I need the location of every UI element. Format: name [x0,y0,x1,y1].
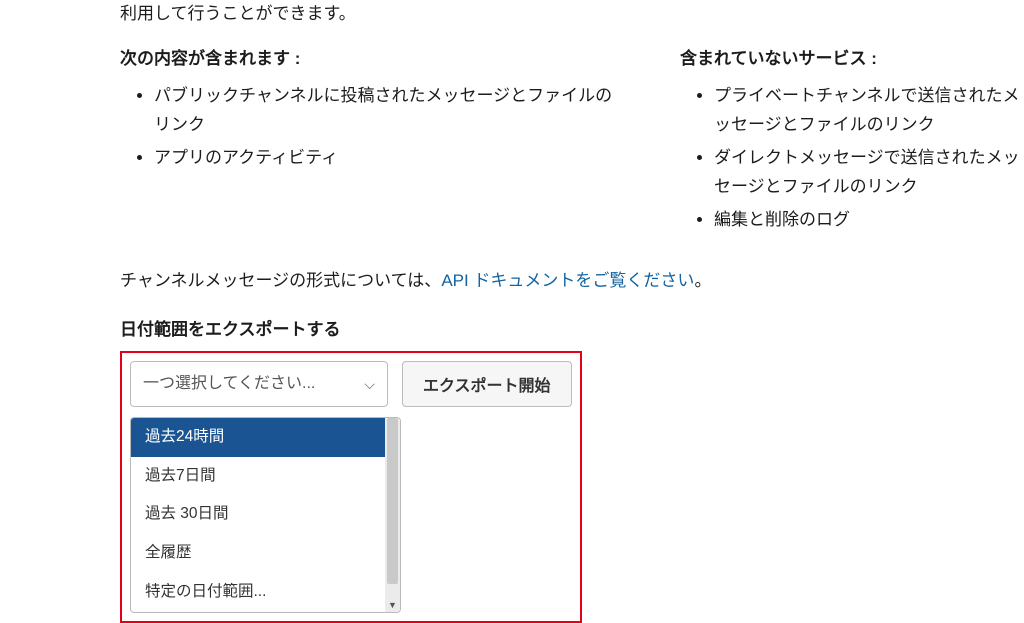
chevron-down-icon: ⌵ [364,373,375,395]
dropdown-item-all[interactable]: 全履歴 [131,534,385,573]
intro-text: 利用して行うことができます。 [120,0,1024,27]
included-title: 次の内容が含まれます : [120,45,620,72]
info-columns: 次の内容が含まれます : パブリックチャンネルに投稿されたメッセージとファイルの… [120,45,1024,239]
start-export-button[interactable]: エクスポート開始 [402,361,572,407]
dropdown-item-7d[interactable]: 過去7日間 [131,457,385,496]
scroll-down-arrow-icon[interactable]: ▼ [388,599,397,612]
api-text-post: 。 [694,271,711,290]
list-item: ダイレクトメッセージで送信されたメッセージとファイルのリンク [714,144,1024,202]
api-info-line: チャンネルメッセージの形式については、API ドキュメントをご覧ください。 [120,267,1024,294]
dropdown-item-24h[interactable]: 過去24時間 [131,418,385,457]
date-range-dropdown: 過去24時間 過去7日間 過去 30日間 全履歴 特定の日付範囲... ▼ [130,417,401,613]
scrollbar-thumb[interactable] [387,418,398,585]
export-controls-highlight: 一つ選択してください... ⌵ エクスポート開始 過去24時間 過去7日間 過去… [120,351,582,623]
excluded-list: プライベートチャンネルで送信されたメッセージとファイルのリンク ダイレクトメッセ… [680,82,1024,234]
date-range-select[interactable]: 一つ選択してください... ⌵ [130,361,388,407]
dropdown-item-30d[interactable]: 過去 30日間 [131,495,385,534]
select-placeholder-text: 一つ選択してください... [143,371,315,397]
api-text-pre: チャンネルメッセージの形式については、 [120,271,441,290]
list-item: 編集と削除のログ [714,206,1024,235]
export-date-range-label: 日付範囲をエクスポートする [120,316,1024,343]
included-list: パブリックチャンネルに投稿されたメッセージとファイルのリンク アプリのアクティビ… [120,82,620,173]
list-item: プライベートチャンネルで送信されたメッセージとファイルのリンク [714,82,1024,140]
list-item: パブリックチャンネルに投稿されたメッセージとファイルのリンク [154,82,620,140]
dropdown-scrollbar[interactable]: ▼ [385,418,400,612]
list-item: アプリのアクティビティ [154,144,620,173]
dropdown-item-custom[interactable]: 特定の日付範囲... [131,573,385,612]
api-doc-link[interactable]: API ドキュメントをご覧ください [441,271,694,290]
excluded-title: 含まれていないサービス : [680,45,1024,72]
